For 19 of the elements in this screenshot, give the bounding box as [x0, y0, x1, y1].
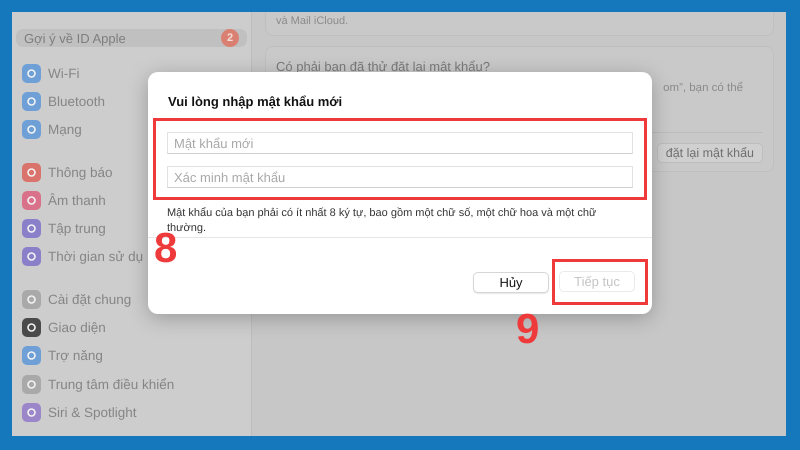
notification-badge: 2: [221, 29, 239, 47]
card-text: om”, bạn có thể: [663, 82, 743, 94]
sidebar-item[interactable]: Trợ năng: [16, 342, 247, 370]
cancel-button[interactable]: Hủy: [473, 272, 549, 292]
card-title: Có phải bạn đã thử đặt lại mật khẩu?: [276, 59, 491, 74]
reset-password-button[interactable]: đặt lại mật khẩu: [656, 143, 763, 163]
password-field[interactable]: Xác minh mật khẩu: [167, 166, 633, 188]
password-field[interactable]: Mật khẩu mới: [167, 132, 633, 154]
sidebar-item[interactable]: Cài đặt chung: [16, 285, 247, 314]
sidebar-item[interactable]: Siri & Spotlight: [16, 398, 247, 427]
sidebar-item[interactable]: Wi-Fi: [16, 59, 247, 88]
sidebar-item[interactable]: Trung tâm điều khiển: [16, 370, 247, 398]
step-number: 9: [516, 308, 540, 350]
account-label: Gợi ý về ID Apple: [24, 30, 126, 46]
dialog-title: Vui lòng nhập mật khẩu mới: [168, 94, 344, 109]
account-row[interactable]: Gợi ý về ID Apple 2: [16, 29, 247, 47]
password-hint: Mật khẩu của bạn phải có ít nhất 8 ký tự, bao gồm một chữ số, một chữ hoa và một chữ thường.: [167, 206, 598, 234]
card-text: và Mail iCloud.: [276, 15, 350, 27]
sidebar-item[interactable]: Giao diện: [16, 313, 247, 342]
